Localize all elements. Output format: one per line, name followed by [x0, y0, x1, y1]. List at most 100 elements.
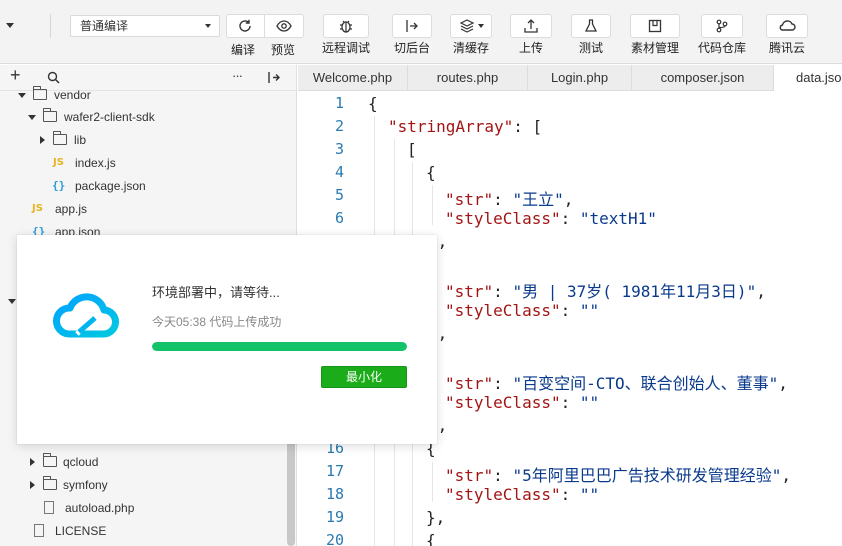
line-number: 5 — [334, 186, 344, 204]
line-number: 4 — [334, 163, 344, 181]
code-line: [ — [407, 140, 417, 159]
upload-label: 上传 — [518, 41, 543, 55]
line-number: 19 — [325, 508, 344, 526]
folder-icon — [53, 131, 67, 145]
tree-item-label: package.json — [75, 179, 146, 193]
code-line: "str": "5年阿里巴巴广告技术研发管理经验", — [445, 466, 791, 485]
git-branch-icon — [716, 19, 728, 33]
asset-management-button[interactable]: 素材管理 — [630, 14, 680, 55]
file-icon — [44, 501, 54, 514]
expand-arrow-icon — [18, 93, 26, 98]
collapsed-arrow-icon — [40, 136, 45, 144]
tree-item-license[interactable]: LICENSE — [0, 521, 296, 541]
code-repo-label: 代码仓库 — [698, 41, 747, 55]
tree-item-qcloud[interactable]: qcloud — [0, 452, 296, 472]
flask-icon — [584, 19, 598, 32]
tree-item-app-js[interactable]: JS app.js — [0, 199, 296, 219]
compile-mode-value: 普通编译 — [80, 19, 129, 33]
upload-button[interactable]: 上传 — [510, 14, 552, 55]
chevron-down-icon — [205, 24, 211, 28]
tree-item-label: LICENSE — [55, 524, 107, 538]
line-number: 6 — [334, 209, 344, 227]
code-line: "str": "百变空间-CTO、联合创始人、董事", — [445, 374, 788, 393]
tree-item-index-js[interactable]: JS index.js — [0, 153, 296, 173]
tab-composer-json[interactable]: composer.json — [632, 65, 774, 91]
compile-mode-select[interactable]: 普通编译 — [70, 15, 220, 37]
deploy-dialog: 环境部署中，请等待... 今天05:38 代码上传成功 最小化 — [17, 235, 437, 444]
tree-item-label: wafer2-client-sdk — [64, 110, 155, 124]
tencent-cloud-button[interactable]: 腾讯云 — [766, 14, 808, 55]
test-button[interactable]: 测试 — [571, 14, 611, 55]
collapsed-arrow-icon — [30, 481, 35, 489]
tree-item-lib[interactable]: lib — [0, 130, 296, 150]
search-icon[interactable] — [47, 71, 60, 84]
tencent-cloud-label: 腾讯云 — [768, 41, 805, 55]
preview-button[interactable]: 预览 — [271, 41, 295, 58]
compile-preview-group — [226, 14, 304, 38]
tree-item-autoload-php[interactable]: autoload.php — [0, 498, 296, 518]
add-icon[interactable]: + — [10, 66, 21, 84]
bug-icon — [340, 20, 352, 33]
chevron-down-icon — [477, 24, 484, 28]
line-number: 17 — [325, 462, 344, 480]
tab-data-json[interactable]: data.json — [774, 65, 842, 92]
switch-background-icon — [406, 20, 418, 32]
tab-routes-php[interactable]: routes.php — [408, 65, 528, 91]
eye-icon[interactable] — [276, 18, 292, 34]
refresh-icon[interactable] — [237, 18, 253, 34]
tree-item-label: autoload.php — [65, 501, 135, 515]
tree-item-label: lib — [74, 133, 87, 147]
clear-cache-label: 清缓存 — [452, 41, 489, 55]
tree-item-wafer2-client-sdk[interactable]: wafer2-client-sdk — [0, 107, 296, 127]
minimize-button[interactable]: 最小化 — [321, 366, 407, 388]
indent-guide — [432, 462, 433, 502]
tree-item-label: index.js — [75, 156, 116, 170]
line-number: 3 — [334, 140, 344, 158]
line-number: 2 — [334, 117, 344, 135]
expand-arrow-icon — [28, 115, 36, 120]
js-file-icon: JS — [53, 157, 64, 168]
line-number: 18 — [325, 485, 344, 503]
tencent-cloud-logo — [53, 293, 119, 338]
folder-icon — [43, 453, 57, 467]
code-repo-button[interactable]: 代码仓库 — [698, 14, 746, 55]
expand-arrow-icon — [8, 299, 16, 304]
code-line: "styleClass": "" — [445, 393, 600, 412]
tree-item-label: qcloud — [63, 455, 99, 469]
code-line: "str": "男 | 37岁( 1981年11月3日)", — [445, 282, 766, 301]
tab-login-php[interactable]: Login.php — [528, 65, 632, 91]
project-dropdown[interactable] — [0, 15, 22, 37]
tree-item-vendor[interactable]: vendor — [0, 85, 296, 105]
collapsed-arrow-icon — [30, 458, 35, 466]
code-line: { — [368, 94, 378, 113]
more-icon[interactable]: ··· — [232, 68, 243, 84]
clear-cache-button[interactable]: 清缓存 — [450, 14, 492, 55]
indent-guide — [432, 185, 433, 225]
progress-fill — [152, 342, 407, 351]
layers-icon — [459, 19, 474, 33]
toolbar: 普通编译 编译 预览 远程调试 切后台 清缓存 上传 测试 素材管理 代码仓库 … — [0, 0, 842, 64]
tab-welcome-php[interactable]: Welcome.php — [298, 65, 408, 91]
tree-item-package-json[interactable]: {} package.json — [0, 176, 296, 196]
toolbar-divider — [50, 14, 51, 38]
tree-item-label: app.js — [55, 202, 88, 216]
dialog-status: 今天05:38 代码上传成功 — [152, 315, 282, 329]
code-line: }, — [426, 508, 446, 527]
collapse-icon[interactable] — [267, 71, 281, 84]
tree-item-symfony[interactable]: symfony — [0, 475, 296, 495]
remote-debug-button[interactable]: 远程调试 — [322, 14, 370, 55]
code-line: { — [426, 531, 436, 546]
code-line: "str": "王立", — [445, 190, 574, 209]
upload-icon — [524, 19, 538, 33]
switch-background-button[interactable]: 切后台 — [392, 14, 432, 55]
dialog-title: 环境部署中，请等待... — [152, 285, 280, 300]
tree-item-label: symfony — [63, 478, 108, 492]
switch-background-label: 切后台 — [393, 41, 430, 55]
json-file-icon: {} — [52, 179, 66, 192]
line-number: 1 — [334, 94, 344, 112]
cloud-icon — [779, 20, 796, 31]
js-file-icon: JS — [32, 203, 43, 214]
compile-button[interactable]: 编译 — [231, 41, 255, 58]
folder-open-icon — [43, 108, 57, 122]
tree-item-label: vendor — [54, 88, 91, 102]
